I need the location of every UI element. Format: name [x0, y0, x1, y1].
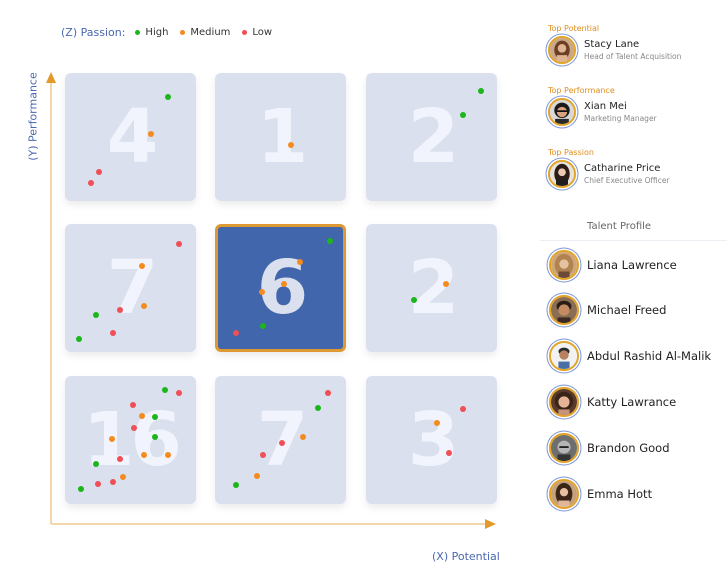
person-name: Brandon Good: [587, 441, 670, 455]
grid-cell-r2-c0[interactable]: 16: [65, 376, 196, 504]
grid-cell-r1-c2[interactable]: 2: [366, 224, 497, 352]
talent-profile-item[interactable]: Katty Lawrance: [549, 387, 676, 417]
data-point-medium[interactable]: [259, 288, 266, 295]
top-potential-label: Top Potential: [548, 24, 600, 33]
top-potential-person[interactable]: Stacy Lane Head of Talent Acquisition: [548, 36, 681, 64]
data-point-low[interactable]: [94, 480, 101, 487]
avatar: [549, 433, 579, 463]
data-point-low[interactable]: [96, 168, 103, 175]
talent-profile-item[interactable]: Abdul Rashid Al-Malik: [549, 341, 711, 371]
grid-cell-r2-c1[interactable]: 7: [215, 376, 346, 504]
person-role: Marketing Manager: [584, 114, 657, 123]
top-performance-section: Top Performance Xian Mei Marketing Manag…: [548, 86, 657, 126]
person-name: Michael Freed: [587, 303, 667, 317]
grid-cell-r1-c0[interactable]: 7: [65, 224, 196, 352]
avatar: [549, 387, 579, 417]
divider: [540, 240, 727, 241]
x-axis-arrow-icon: [485, 519, 496, 529]
data-point-medium[interactable]: [140, 452, 147, 459]
talent-profile-title: Talent Profile: [587, 221, 652, 232]
data-point-medium[interactable]: [139, 412, 146, 419]
data-point-high[interactable]: [327, 237, 334, 244]
top-passion-section: Top Passion Catharine Price Chief Execut…: [548, 148, 670, 188]
data-point-low[interactable]: [278, 439, 285, 446]
data-point-medium[interactable]: [119, 474, 126, 481]
talent-profile-item[interactable]: Liana Lawrence: [549, 250, 677, 280]
avatar: [548, 160, 576, 188]
top-performance-label: Top Performance: [548, 86, 615, 95]
avatar: [549, 295, 579, 325]
person-name: Xian Mei: [584, 101, 627, 112]
top-potential-section: Top Potential Stacy Lane Head of Talent …: [548, 24, 681, 64]
talent-profile-item[interactable]: Brandon Good: [549, 433, 670, 463]
data-point-low[interactable]: [324, 389, 331, 396]
talent-profile-item[interactable]: Michael Freed: [549, 295, 666, 325]
person-name: Abdul Rashid Al-Malik: [587, 349, 712, 363]
cell-count: 2: [407, 245, 460, 331]
data-point-high[interactable]: [77, 485, 84, 492]
top-passion-label: Top Passion: [548, 148, 594, 157]
avatar: [549, 479, 579, 509]
data-point-low[interactable]: [232, 329, 239, 336]
cell-count: 1: [256, 94, 309, 180]
data-point-low[interactable]: [175, 389, 182, 396]
grid-cell-r0-c1[interactable]: 1: [215, 73, 346, 201]
cell-count: 4: [106, 94, 159, 180]
data-point-medium[interactable]: [109, 435, 116, 442]
data-point-high[interactable]: [232, 481, 239, 488]
avatar: [548, 98, 576, 126]
talent-profile-item[interactable]: Emma Hott: [549, 479, 652, 509]
data-point-medium[interactable]: [287, 141, 294, 148]
grid-cell-r0-c0[interactable]: 4: [65, 73, 196, 201]
person-name: Stacy Lane: [584, 39, 640, 50]
data-point-high[interactable]: [161, 387, 168, 394]
cell-count: 3: [407, 397, 460, 483]
person-role: Chief Executive Officer: [584, 176, 670, 185]
avatar: [549, 250, 579, 280]
person-role: Head of Talent Acquisition: [584, 52, 682, 61]
grid-cell-r0-c2[interactable]: 2: [366, 73, 497, 201]
person-name: Emma Hott: [587, 487, 653, 501]
person-name: Katty Lawrance: [587, 395, 677, 409]
top-passion-person[interactable]: Catharine Price Chief Executive Officer: [548, 160, 670, 188]
y-axis-arrow-icon: [46, 72, 56, 83]
data-point-medium[interactable]: [140, 302, 147, 309]
person-name: Liana Lawrence: [587, 258, 677, 272]
data-point-low[interactable]: [445, 449, 452, 456]
grid-cell-r2-c2[interactable]: 3: [366, 376, 497, 504]
person-name: Catharine Price: [584, 163, 661, 174]
top-performance-person[interactable]: Xian Mei Marketing Manager: [548, 98, 657, 126]
data-point-medium[interactable]: [253, 472, 260, 479]
avatar: [549, 341, 579, 371]
grid-cell-r1-c1[interactable]: 6: [215, 224, 346, 352]
data-point-low[interactable]: [117, 306, 124, 313]
avatar: [548, 36, 576, 64]
